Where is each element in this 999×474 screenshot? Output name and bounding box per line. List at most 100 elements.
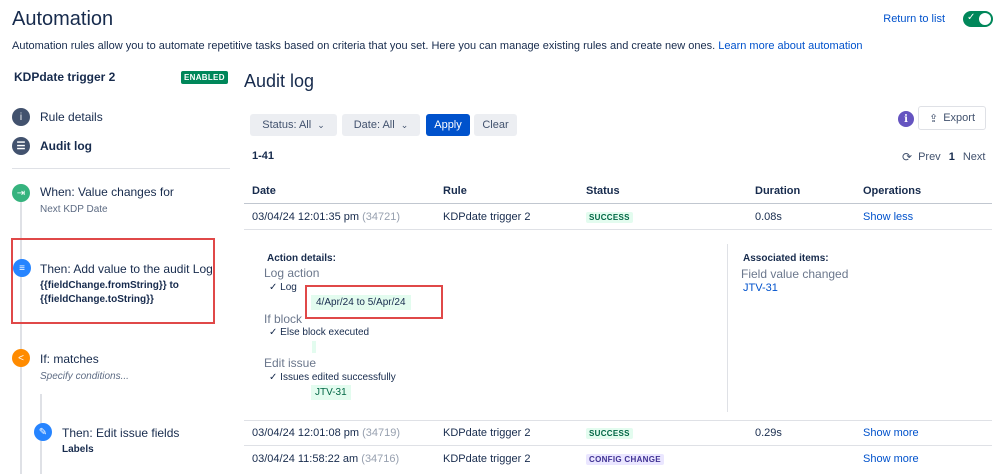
branch-icon: < [12, 349, 30, 367]
row-rule: KDPdate trigger 2 [443, 453, 531, 465]
column-header-operations: Operations [863, 185, 922, 197]
date-filter-label: Date: All [353, 119, 395, 131]
info-icon[interactable]: i [898, 111, 914, 127]
row-divider [244, 445, 992, 446]
date-filter-dropdown[interactable]: Date: All ⌄ [342, 114, 420, 136]
sidebar-item-audit-log[interactable]: ☰ Audit log [12, 136, 92, 156]
status-filter-label: Status: All [262, 119, 312, 131]
export-icon: ⇪ [928, 112, 939, 125]
current-page: 1 [948, 151, 955, 163]
row-divider [244, 229, 992, 230]
row-date: 03/04/24 12:01:08 pm (34719) [252, 427, 400, 439]
return-to-list-link[interactable]: Return to list [883, 13, 945, 25]
step-subtitle: Next KDP Date [40, 204, 108, 215]
trigger-icon: ⇥ [12, 184, 30, 202]
action-details-heading: Action details: [267, 253, 336, 264]
sidebar-item-label: Rule details [40, 110, 103, 124]
show-more-link[interactable]: Show more [863, 453, 919, 465]
field-value-changed-label: Field value changed [741, 267, 849, 281]
pagination: ⟳ Prev 1 Next [902, 150, 985, 164]
description-text: Automation rules allow you to automate r… [12, 40, 716, 52]
row-date-text: 03/04/24 11:58:22 am [252, 453, 359, 465]
pencil-icon: ✎ [34, 423, 52, 441]
row-rule: KDPdate trigger 2 [443, 427, 531, 439]
learn-more-link[interactable]: Learn more about automation [718, 40, 862, 52]
step-title: When: Value changes for [40, 185, 174, 199]
rule-enabled-toggle[interactable]: ✓ [963, 11, 993, 27]
header-divider [244, 203, 992, 204]
step-title: Then: Add value to the audit Log [40, 262, 213, 276]
step-code-line: {{fieldChange.fromString}} to [40, 280, 179, 291]
enabled-badge: ENABLED [181, 71, 228, 84]
list-icon: ☰ [12, 137, 30, 155]
row-id: (34721) [362, 211, 401, 223]
status-badge: SUCCESS [586, 212, 633, 223]
status-badge: CONFIG CHANGE [586, 454, 664, 465]
info-icon: i [12, 108, 30, 126]
edit-issue-label: Edit issue [264, 356, 317, 370]
export-label: Export [943, 112, 975, 124]
log-action-label: Log action [264, 266, 320, 280]
page-description: Automation rules allow you to automate r… [12, 40, 863, 52]
if-block-label: If block [264, 312, 303, 326]
check-icon: ✓ [269, 372, 278, 383]
sidebar-item-label: Audit log [40, 139, 92, 153]
details-divider [727, 244, 728, 412]
audit-log-title: Audit log [244, 71, 315, 91]
step-edit-issue[interactable]: Then: Edit issue fields Labels [62, 426, 179, 457]
column-header-rule: Rule [443, 185, 467, 197]
page-title: Automation [12, 8, 114, 30]
show-less-link[interactable]: Show less [863, 211, 913, 223]
row-id: (34716) [361, 453, 400, 465]
sidebar-item-rule-details[interactable]: i Rule details [12, 107, 103, 127]
check-icon: ✓ [269, 327, 278, 338]
sidebar-divider [12, 168, 230, 169]
row-date-text: 03/04/24 12:01:35 pm [252, 211, 360, 223]
log-value: 4/Apr/24 to 5/Apr/24 [311, 295, 411, 310]
apply-button[interactable]: Apply [426, 114, 470, 136]
status-badge: SUCCESS [586, 428, 633, 439]
step-audit-log[interactable]: Then: Add value to the audit Log {{field… [40, 262, 213, 307]
audit-icon: ≡ [13, 259, 31, 277]
next-button[interactable]: Next [963, 151, 986, 163]
step-when[interactable]: When: Value changes for Next KDP Date [40, 185, 174, 215]
show-more-link[interactable]: Show more [863, 427, 919, 439]
step-title: Then: Edit issue fields [62, 426, 180, 440]
row-date: 03/04/24 12:01:35 pm (34721) [252, 211, 400, 223]
chevron-down-icon: ⌄ [400, 119, 409, 130]
else-entry: ✓ Else block executed [269, 327, 369, 338]
prev-button[interactable]: Prev [918, 151, 941, 163]
row-duration: 0.29s [755, 427, 782, 439]
column-header-duration: Duration [755, 185, 801, 197]
step-subtitle: Specify conditions... [40, 371, 129, 382]
row-id: (34719) [362, 427, 401, 439]
check-icon: ✓ [967, 12, 976, 23]
column-header-status: Status [586, 185, 620, 197]
refresh-icon[interactable]: ⟳ [902, 150, 912, 164]
chevron-down-icon: ⌄ [317, 119, 325, 130]
associated-items-heading: Associated items: [743, 253, 829, 264]
step-code-line: {{fieldChange.toString}} [40, 294, 154, 305]
step-subtitle: Labels [62, 444, 94, 455]
log-label: Log [280, 282, 297, 293]
step-if[interactable]: If: matches Specify conditions... [40, 352, 129, 382]
else-label: Else block executed [280, 327, 370, 338]
clear-button[interactable]: Clear [474, 114, 517, 136]
check-icon: ✓ [269, 282, 278, 293]
step-title: If: matches [40, 352, 99, 366]
row-rule: KDPdate trigger 2 [443, 211, 531, 223]
associated-issue-link[interactable]: JTV-31 [743, 282, 778, 294]
row-date: 03/04/24 11:58:22 am (34716) [252, 453, 399, 465]
result-count: 1-41 [252, 150, 275, 162]
row-divider [244, 420, 992, 421]
status-filter-dropdown[interactable]: Status: All ⌄ [250, 114, 337, 136]
export-button[interactable]: ⇪ Export [918, 106, 986, 130]
empty-chip [312, 341, 316, 353]
row-date-text: 03/04/24 12:01:08 pm [252, 427, 360, 439]
column-header-date: Date [252, 185, 276, 197]
log-entry: ✓ Log [269, 282, 297, 293]
issue-key-link[interactable]: JTV-31 [311, 385, 351, 400]
toggle-knob [979, 13, 991, 25]
rule-name: KDPdate trigger 2 [14, 70, 116, 84]
issues-edited-label: Issues edited successfully [280, 372, 396, 383]
